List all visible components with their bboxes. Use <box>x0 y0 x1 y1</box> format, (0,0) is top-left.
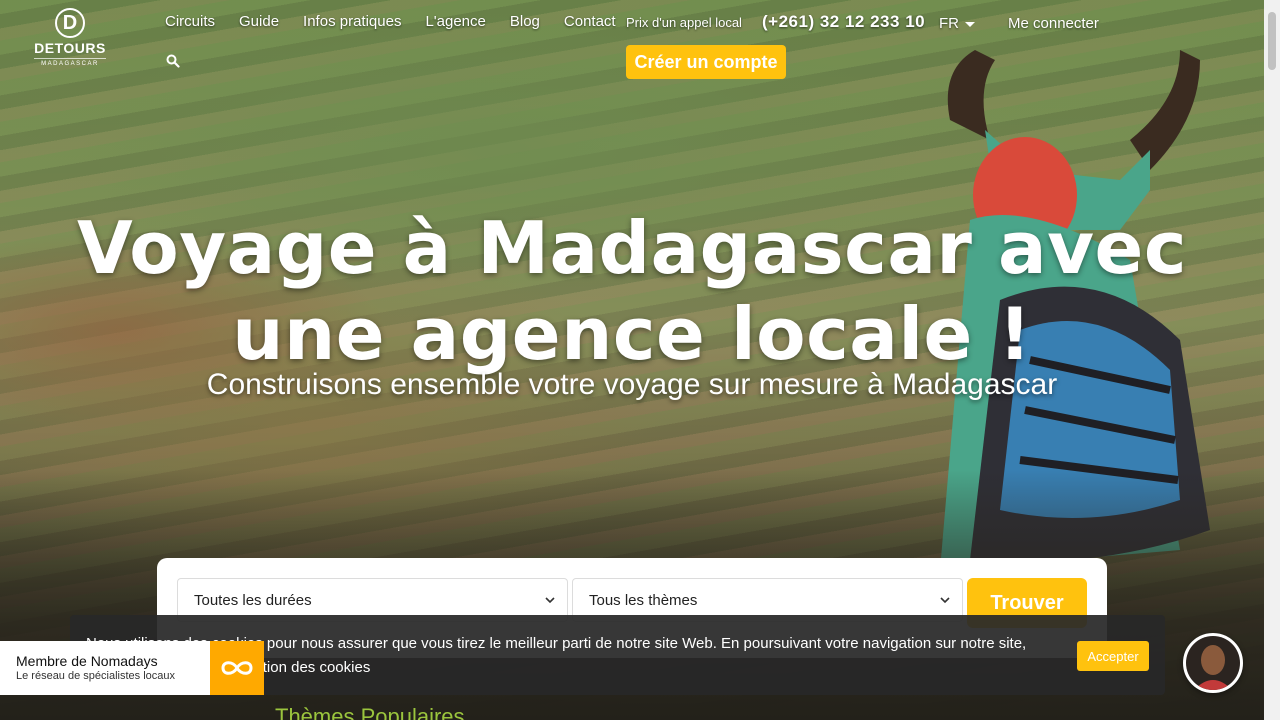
login-link[interactable]: Me connecter <box>1008 15 1099 32</box>
phone-number[interactable]: (+261) 32 12 233 10 <box>762 12 925 32</box>
logo-name: DETOURS <box>34 40 106 56</box>
main-nav: Circuits Guide Infos pratiques L'agence … <box>165 13 616 30</box>
agent-portrait-icon <box>1186 636 1240 690</box>
duration-select-value: Toutes les durées <box>194 591 312 609</box>
create-account-button[interactable]: Créer un compte <box>626 45 786 79</box>
nav-item-blog[interactable]: Blog <box>510 13 540 30</box>
chat-agent-avatar[interactable] <box>1183 633 1243 693</box>
hero-subtitle: Construisons ensemble votre voyage sur m… <box>206 368 1058 401</box>
logo-mark-icon: D <box>55 8 85 38</box>
nomadays-logo <box>210 641 264 695</box>
chevron-down-icon <box>940 597 950 604</box>
nav-item-guide[interactable]: Guide <box>239 13 279 30</box>
language-selector[interactable]: FR <box>939 15 975 32</box>
caret-down-icon <box>965 22 975 27</box>
detours-logo[interactable]: D DETOURS MADAGASCAR <box>30 8 110 74</box>
logo-subtitle: MADAGASCAR <box>34 58 106 67</box>
theme-select-value: Tous les thèmes <box>589 591 698 609</box>
phone-label: Prix d'un appel local <box>626 15 742 30</box>
chevron-down-icon <box>545 597 555 604</box>
nomadays-badge[interactable]: Membre de Nomadays Le réseau de spéciali… <box>0 641 264 695</box>
nomadays-text: Membre de Nomadays Le réseau de spéciali… <box>0 641 210 695</box>
infinity-icon <box>221 661 253 675</box>
nav-item-agence[interactable]: L'agence <box>425 13 485 30</box>
cookie-accept-button[interactable]: Accepter <box>1077 641 1149 671</box>
page-scrollbar[interactable] <box>1264 0 1280 720</box>
nav-item-contact[interactable]: Contact <box>564 13 616 30</box>
popular-themes-heading: Thèmes Populaires <box>275 704 465 720</box>
search-icon[interactable] <box>166 54 180 68</box>
scrollbar-thumb[interactable] <box>1268 12 1276 70</box>
nomadays-subtitle: Le réseau de spécialistes locaux <box>16 670 175 682</box>
nav-item-infos-pratiques[interactable]: Infos pratiques <box>303 13 401 30</box>
nav-item-circuits[interactable]: Circuits <box>165 13 215 30</box>
language-label: FR <box>939 15 959 32</box>
hero-title: Voyage à Madagascar avec une agence loca… <box>76 206 1188 376</box>
nomadays-title: Membre de Nomadays <box>16 653 158 669</box>
